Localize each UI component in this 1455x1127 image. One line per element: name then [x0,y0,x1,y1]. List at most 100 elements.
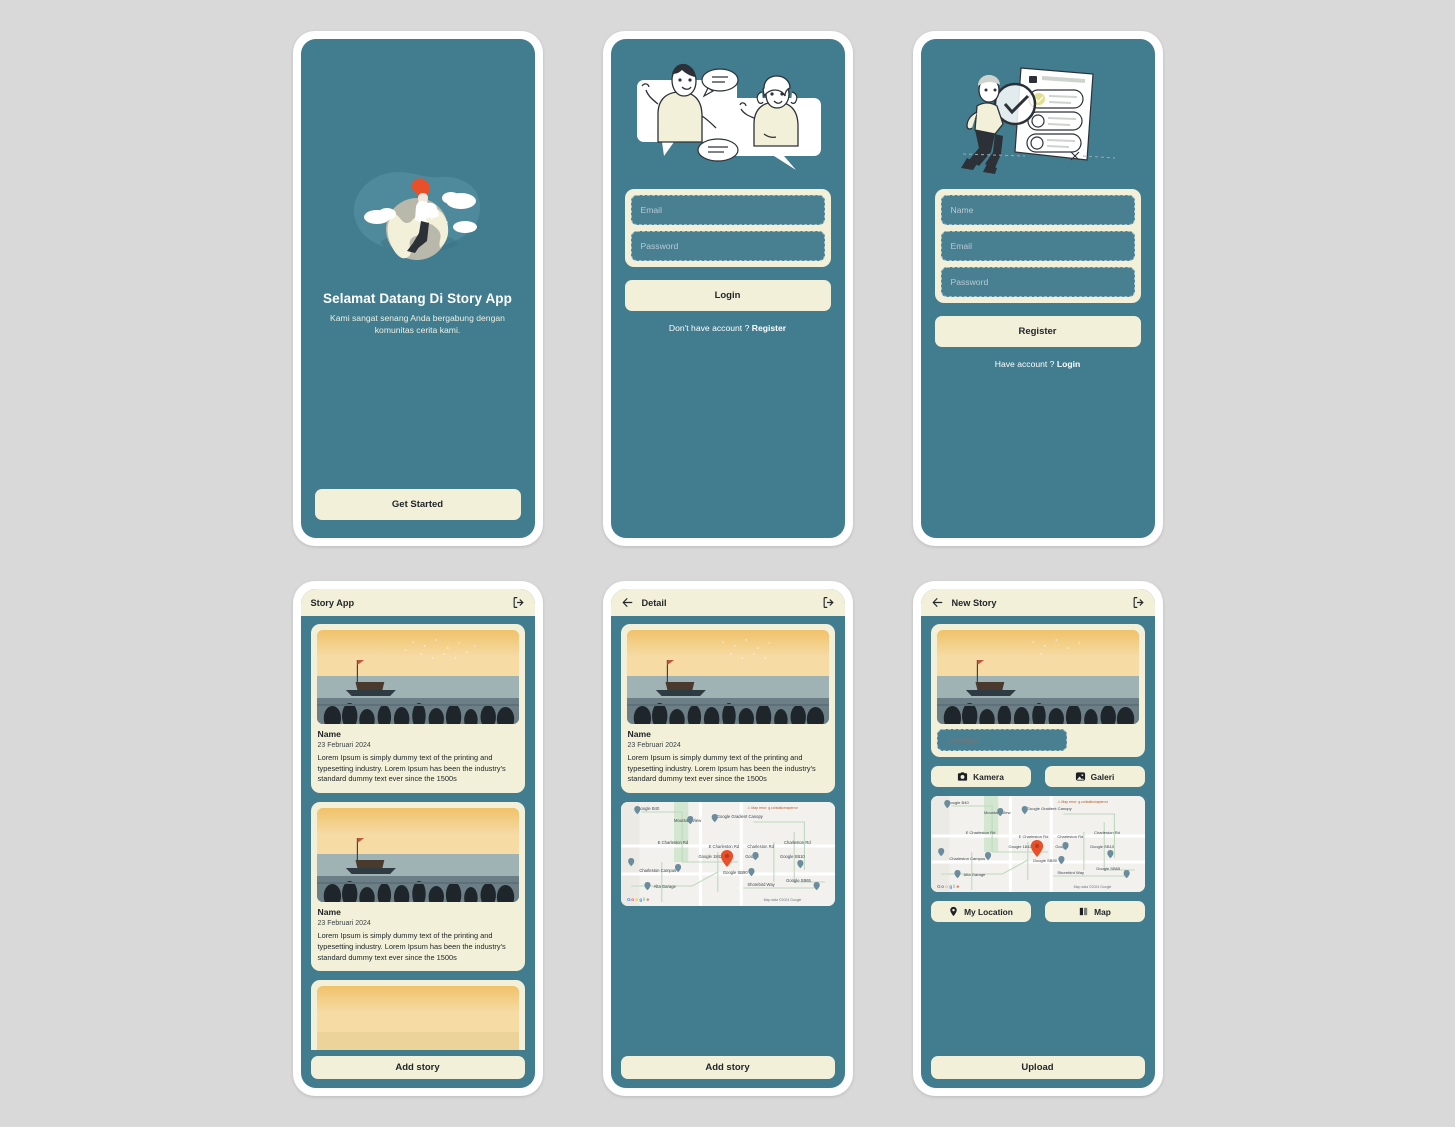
login-screen: Login Don't have account ? Register [610,39,845,538]
svg-text:o: o [631,897,634,902]
login-button[interactable]: Login [624,280,831,311]
svg-text:Alta Garage: Alta Garage [963,872,985,877]
get-started-button[interactable]: Get Started [314,489,521,520]
register-illustration-wrap [921,39,1155,189]
svg-text:E Charleston Rd: E Charleston Rd [708,844,739,849]
camera-icon [957,771,968,782]
map-error-note: ⚠ Map error: g.co/staticmaperror [1057,800,1108,804]
svg-text:Google 1842: Google 1842 [1008,844,1032,849]
map-button[interactable]: Map [1044,901,1145,922]
screens-board: Selamat Datang Di Story App Kami sangat … [0,0,1455,1127]
svg-text:Google SB65: Google SB65 [1096,866,1121,871]
logout-icon[interactable] [512,596,525,609]
add-story-button[interactable]: Add story [620,1056,835,1079]
map-label: Map [1094,906,1111,917]
kamera-button[interactable]: Kamera [930,766,1031,787]
svg-text:Charleston Rd: Charleston Rd [1057,834,1083,839]
phone-frame-new-story: New Story Deskripsi Kamera Galeri Google… [912,581,1163,1096]
media-actions-row: Kamera Galeri [930,766,1145,787]
login-footer: Don't have account ? Register [611,323,845,333]
svg-text:o: o [941,884,944,889]
story-description: Lorem Ipsum is simply dummy text of the … [317,753,506,784]
login-link[interactable]: Login [1057,359,1080,369]
story-preview-image[interactable] [936,630,1139,724]
picker-map[interactable]: Google B40 Google Gradient Canopy E Char… [930,796,1145,892]
my-location-button[interactable]: My Location [930,901,1031,922]
logout-icon[interactable] [822,596,835,609]
svg-text:Google SB10: Google SB10 [779,854,804,859]
page-subtitle: Kami sangat senang Anda bergabung dengan… [330,313,505,335]
svg-text:Google SB65: Google SB65 [786,878,811,883]
story-description: Lorem Ipsum is simply dummy text of the … [317,931,506,962]
logout-icon[interactable] [1132,596,1145,609]
svg-text:Charleston Campus: Charleston Campus [949,856,985,861]
svg-text:E Charleston Rd: E Charleston Rd [657,840,688,845]
register-footer-text: Have account ? [994,359,1057,369]
story-thumbnail [626,630,829,724]
location-pin-icon [948,906,959,917]
svg-text:E Charleston Rd: E Charleston Rd [965,830,995,835]
my-location-label: My Location [964,906,1013,917]
svg-text:g: g [639,897,642,902]
name-field[interactable] [940,195,1135,225]
new-story-appbar: New Story [920,589,1155,616]
story-description: Lorem Ipsum is simply dummy text of the … [627,753,816,784]
story-date: 23 Februari 2024 [317,742,371,749]
email-field[interactable] [940,231,1135,261]
svg-text:Charleston Rd: Charleston Rd [784,840,811,845]
story-author: Name [317,907,341,918]
map-data-note: Map data ©2024 Google [763,898,801,902]
password-field[interactable] [630,231,825,261]
location-actions-row: My Location Map [930,901,1145,922]
svg-text:Charleston Campus: Charleston Campus [639,868,676,873]
register-fields-container [934,189,1141,303]
back-arrow-icon[interactable] [621,596,634,609]
upload-button[interactable]: Upload [930,1056,1145,1079]
appbar-title: Detail [641,597,667,608]
detail-appbar: Detail [610,589,845,616]
onboarding-cta-wrap: Get Started [301,489,535,538]
table-row[interactable] [310,980,525,1050]
gallery-icon [1075,771,1086,782]
svg-text:l: l [953,884,954,889]
login-fields-container [624,189,831,267]
location-map[interactable]: Google B40 Google Gradient Canopy E Char… [620,802,835,907]
detail-body[interactable]: Name 23 Februari 2024 Lorem Ipsum is sim… [611,616,845,1050]
map-error-note: ⚠ Map error: g.co/staticmaperror [747,806,798,810]
story-detail-screen: Detail Name 23 Februari 2024 Lorem Ipsum… [610,589,845,1088]
password-field[interactable] [940,267,1135,297]
story-date: 23 Februari 2024 [627,742,681,749]
svg-text:Shorebird Way: Shorebird Way [1057,870,1084,875]
login-submit-wrap: Login [624,280,831,311]
register-button[interactable]: Register [934,316,1141,347]
onboarding-illustration-wrap [301,157,535,277]
new-story-bottom-bar: Upload [921,1050,1155,1088]
svg-text:Google B40: Google B40 [947,800,969,805]
two-people-talking-illustration [636,63,821,170]
map-icon [1078,906,1089,917]
phone-frame-register: Register Have account ? Login [912,31,1163,546]
kamera-label: Kamera [973,771,1004,782]
table-row[interactable]: Name 23 Februari 2024 Lorem Ipsum is sim… [310,802,525,972]
new-story-image-card [930,624,1145,757]
email-field[interactable] [630,195,825,225]
add-story-button[interactable]: Add story [310,1056,525,1079]
story-thumbnail [316,808,519,903]
new-story-screen: New Story Deskripsi Kamera Galeri Google… [920,589,1155,1088]
svg-text:Google SB90: Google SB90 [1032,858,1057,863]
story-list-appbar: Story App [300,589,535,616]
galeri-button[interactable]: Galeri [1044,766,1145,787]
back-arrow-icon[interactable] [931,596,944,609]
story-list-body[interactable]: Name 23 Februari 2024 Lorem Ipsum is sim… [301,616,535,1050]
phone-frame-login: Login Don't have account ? Register [602,31,853,546]
table-row[interactable]: Name 23 Februari 2024 Lorem Ipsum is sim… [310,624,525,794]
deskripsi-field[interactable] [936,729,1067,751]
svg-text:Google Gradient Canopy: Google Gradient Canopy [716,814,763,819]
svg-text:Charleston Rd: Charleston Rd [1094,830,1120,835]
story-list-bottom-bar: Add story [301,1050,535,1088]
svg-text:Google SB90: Google SB90 [722,870,747,875]
person-with-checklist-illustration [960,66,1115,174]
register-link[interactable]: Register [752,323,786,333]
svg-text:Alta Garage: Alta Garage [653,884,676,889]
detail-bottom-bar: Add story [611,1050,845,1088]
